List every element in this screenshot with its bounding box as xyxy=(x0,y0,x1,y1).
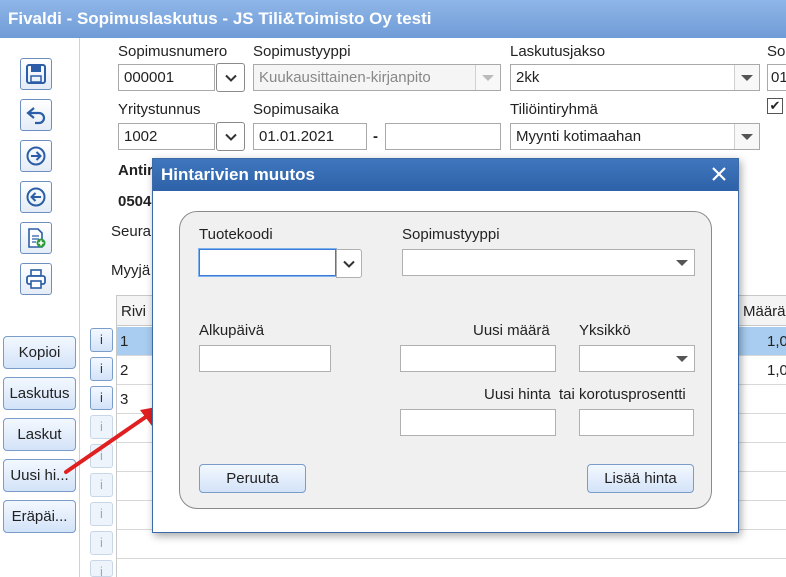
chevron-down-icon xyxy=(224,74,237,82)
yritystunnus-lookup-button[interactable] xyxy=(216,122,245,151)
row-info-button[interactable]: i xyxy=(90,328,113,352)
previous-icon xyxy=(26,187,46,207)
uusi-hinta-label: Uusi hinta xyxy=(484,386,551,403)
cancel-button[interactable]: Peruuta xyxy=(199,464,306,493)
erapaiva-button[interactable]: Eräpäi... xyxy=(3,500,76,533)
cell-maara: 1,0 xyxy=(767,362,786,379)
cell-rivi: 2 xyxy=(120,362,129,379)
close-button[interactable] xyxy=(708,163,730,185)
alkupaiva-label: Alkupäivä xyxy=(199,322,265,339)
save-icon xyxy=(26,64,46,84)
undo-icon xyxy=(26,107,46,125)
sopimustyyppi-label: Sopimustyyppi xyxy=(253,43,351,60)
laskutusjakso-value: 2kk xyxy=(516,69,540,86)
chevron-down-icon xyxy=(343,260,355,268)
uusi-hinta-input[interactable] xyxy=(400,409,556,436)
column-header-rivi[interactable]: Rivi xyxy=(121,303,146,320)
sopimusnumero-lookup-button[interactable] xyxy=(216,63,245,92)
sopimusnumero-input[interactable]: 000001 xyxy=(118,64,215,91)
uusi-maara-input[interactable] xyxy=(400,345,556,372)
yksikko-select[interactable] xyxy=(579,345,695,372)
uusi-maara-label: Uusi määrä xyxy=(473,322,550,339)
kopioi-button[interactable]: Kopioi xyxy=(3,336,76,369)
row-info-button[interactable]: i xyxy=(90,502,113,526)
left-toolbar: Kopioi Laskutus Laskut Uusi hi... Eräpäi… xyxy=(0,38,80,577)
myyja-label-partial: Myyjä xyxy=(111,262,151,279)
sopimusaika-end-input[interactable] xyxy=(385,123,501,150)
close-icon xyxy=(712,167,726,181)
print-button[interactable] xyxy=(20,263,52,295)
new-document-icon xyxy=(28,228,46,248)
row-info-button[interactable]: i xyxy=(90,357,113,381)
sopimusaika-separator: - xyxy=(373,128,378,145)
yksikko-label: Yksikkö xyxy=(579,322,631,339)
add-price-button[interactable]: Lisää hinta xyxy=(587,464,694,493)
dropdown-arrow-icon xyxy=(475,65,500,90)
tiliointiryhma-value: Myynti kotimaahan xyxy=(516,128,642,145)
save-button[interactable] xyxy=(20,58,52,90)
row-info-button[interactable]: i xyxy=(90,531,113,555)
cell-rivi: 1 xyxy=(120,333,129,350)
customer-name-partial: Antir xyxy=(118,162,153,179)
dropdown-arrow-icon xyxy=(734,124,759,149)
chevron-down-icon xyxy=(224,133,237,141)
tiliointiryhma-select[interactable]: Myynti kotimaahan xyxy=(510,123,760,150)
column-header-maara[interactable]: Määrä xyxy=(743,303,786,320)
dropdown-arrow-icon xyxy=(734,65,759,90)
undo-button[interactable] xyxy=(20,99,52,131)
sopimustyyppi-select[interactable] xyxy=(402,249,695,276)
hintarivien-muutos-dialog: Hintarivien muutos Tuotekoodi Sopimustyy… xyxy=(152,158,739,533)
sopimustyyppi-select[interactable]: Kuukausittainen-kirjanpito xyxy=(253,64,501,91)
so-input-partial[interactable]: 01 xyxy=(767,64,786,91)
sopimustyyppi-label: Sopimustyyppi xyxy=(402,226,500,243)
yritystunnus-label: Yritystunnus xyxy=(118,101,201,118)
row-info-button[interactable]: i xyxy=(90,560,113,577)
laskutusjakso-select[interactable]: 2kk xyxy=(510,64,760,91)
dialog-title: Hintarivien muutos xyxy=(153,159,738,191)
phone-partial: 0504 xyxy=(118,193,152,210)
dropdown-arrow-icon xyxy=(669,346,694,371)
tuotekoodi-lookup-button[interactable] xyxy=(336,249,362,278)
alkupaiva-input[interactable] xyxy=(199,345,331,372)
sopimusaika-label: Sopimusaika xyxy=(253,101,339,118)
sopimusnumero-label: Sopimusnumero xyxy=(118,43,228,60)
tuotekoodi-label: Tuotekoodi xyxy=(199,226,273,243)
seura-label-partial: Seura xyxy=(111,223,152,240)
print-icon xyxy=(26,269,46,289)
sopimusaika-start-input[interactable]: 01.01.2021 xyxy=(253,123,367,150)
next-icon xyxy=(26,146,46,166)
cell-maara: 1,0 xyxy=(767,333,786,350)
table-row[interactable] xyxy=(117,530,786,559)
tuotekoodi-input[interactable] xyxy=(199,249,336,276)
dropdown-arrow-icon xyxy=(669,250,694,275)
yritystunnus-input[interactable]: 1002 xyxy=(118,123,215,150)
sopimustyyppi-value: Kuukausittainen-kirjanpito xyxy=(259,69,431,86)
dialog-panel: Tuotekoodi Sopimustyyppi Alkupäivä Uusi … xyxy=(179,211,712,509)
so-label-partial: So xyxy=(767,43,786,60)
window-title: Fivaldi - Sopimuslaskutus - JS Tili&Toim… xyxy=(0,0,786,38)
korotusprosentti-input[interactable] xyxy=(579,409,694,436)
tiliointiryhma-label: Tiliöintiryhmä xyxy=(510,101,598,118)
new-document-button[interactable] xyxy=(20,222,52,254)
korotusprosentti-label: tai korotusprosentti xyxy=(559,386,686,403)
previous-button[interactable] xyxy=(20,181,52,213)
checkmark-icon: ✔ xyxy=(769,98,781,113)
so-checkbox[interactable]: ✔ xyxy=(767,98,783,114)
laskutusjakso-label: Laskutusjakso xyxy=(510,43,606,60)
next-button[interactable] xyxy=(20,140,52,172)
